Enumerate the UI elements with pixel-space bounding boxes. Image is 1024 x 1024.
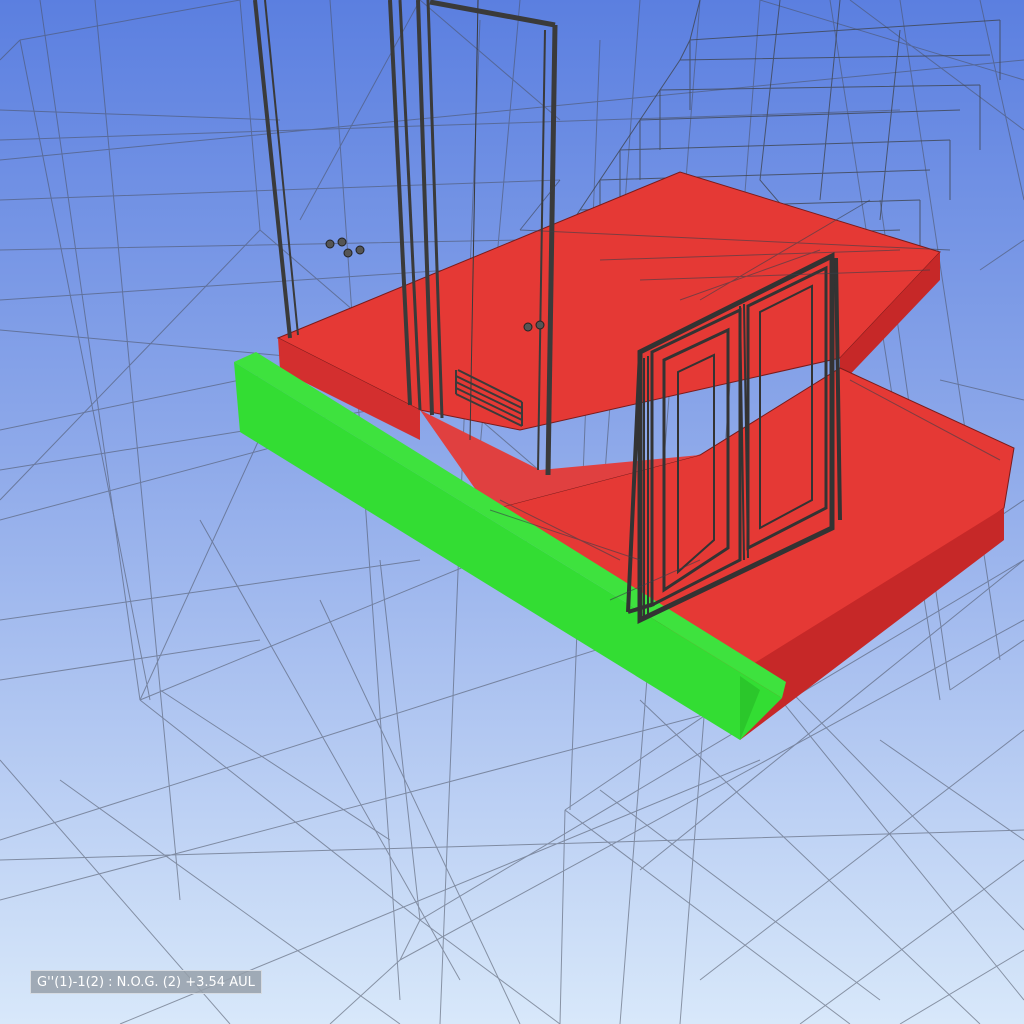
model-view[interactable] bbox=[0, 0, 1024, 1024]
3d-viewport[interactable]: G''(1)-1(2) : N.O.G. (2) +3.54 AUL bbox=[0, 0, 1024, 1024]
level-status-label: G''(1)-1(2) : N.O.G. (2) +3.54 AUL bbox=[30, 970, 262, 994]
